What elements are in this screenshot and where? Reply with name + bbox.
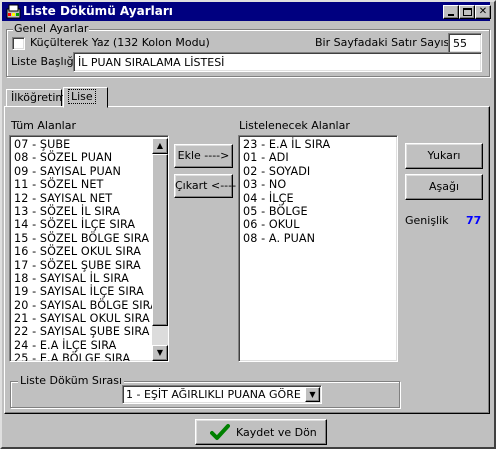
add-button-label: Ekle ---->: [177, 149, 230, 162]
compress-checkbox-label: Küçülterek Yaz (132 Kolon Modu): [30, 36, 210, 49]
close-button[interactable]: ✕: [475, 5, 491, 19]
title-bar[interactable]: Liste Dökümü Ayarları ✕: [2, 2, 491, 21]
save-and-return-label: Kaydet ve Dön: [236, 426, 317, 439]
listed-fields-items: 23 - E.A İL SIRA 01 - ADI 02 - SOYADI 03 - …: [241, 138, 395, 245]
list-item[interactable]: 14 - SÖZEL İLÇE SIRA: [12, 218, 152, 231]
list-item[interactable]: 06 - OKUL: [241, 218, 395, 231]
rows-per-page-value: 55: [453, 37, 467, 50]
sort-order-value: 1 - EŞİT AĞIRLIKLI PUANA GÖRE: [126, 388, 301, 401]
list-item[interactable]: 07 - ŞUBE: [12, 138, 152, 151]
list-item[interactable]: 22 - SAYISAL ŞUBE SIRA: [12, 325, 152, 338]
all-fields-scrollbar[interactable]: ▲ ▼: [152, 138, 168, 361]
list-item[interactable]: 17 - SÖZEL ŞUBE SIRA: [12, 259, 152, 272]
maximize-button[interactable]: [459, 5, 475, 19]
rows-per-page-input[interactable]: 55: [448, 33, 482, 53]
list-item[interactable]: 23 - E.A İL SIRA: [241, 138, 395, 151]
list-item[interactable]: 24 - E.A İLÇE SIRA: [12, 339, 152, 352]
minimize-icon: [448, 14, 454, 16]
list-item[interactable]: 13 - SÖZEL İL SIRA: [12, 205, 152, 218]
scroll-thumb[interactable]: [152, 154, 168, 326]
rows-per-page-label: Bir Sayfadaki Satır Sayısı :: [315, 36, 460, 49]
move-down-button[interactable]: Aşağı: [405, 174, 483, 200]
tab-lise-label: Lise: [68, 89, 96, 104]
tab-ilkogretim[interactable]: İlköğretim: [6, 89, 66, 106]
list-item[interactable]: 12 - SAYISAL NET: [12, 192, 152, 205]
all-fields-items: 07 - ŞUBE 08 - SÖZEL PUAN 09 - SAYISAL PUA…: [12, 138, 158, 361]
list-item[interactable]: 04 - İLÇE: [241, 192, 395, 205]
sort-order-label: Liste Döküm Sırası: [18, 374, 124, 387]
list-item[interactable]: 08 - A. PUAN: [241, 232, 395, 245]
list-item[interactable]: 21 - SAYISAL OKUL SIRA: [12, 312, 152, 325]
listed-fields-list[interactable]: 23 - E.A İL SIRA 01 - ADI 02 - SOYADI 03 - …: [238, 135, 398, 362]
general-settings-label: Genel Ayarlar: [13, 22, 90, 35]
all-fields-list[interactable]: 07 - ŞUBE 08 - SÖZEL PUAN 09 - SAYISAL PUA…: [9, 135, 169, 362]
width-value: 77: [466, 214, 482, 227]
list-item[interactable]: 20 - SAYISAL BÖLGE SIRA: [12, 299, 158, 312]
arrow-up-icon: ▲: [156, 141, 164, 150]
checkmark-icon: [210, 424, 230, 440]
list-title-input[interactable]: İL PUAN SIRALAMA LİSTESİ: [73, 52, 482, 72]
compress-checkbox[interactable]: [12, 37, 25, 50]
scroll-up-button[interactable]: ▲: [152, 138, 168, 154]
list-item[interactable]: 08 - SÖZEL PUAN: [12, 151, 152, 164]
list-item[interactable]: 16 - SÖZEL OKUL SIRA: [12, 245, 152, 258]
list-item[interactable]: 05 - BÖLGE: [241, 205, 395, 218]
width-label: Genişlik: [405, 214, 449, 227]
minimize-button[interactable]: [443, 5, 459, 19]
remove-button[interactable]: Çıkart <----: [174, 174, 237, 198]
close-icon: ✕: [478, 6, 488, 17]
move-down-label: Aşağı: [428, 180, 460, 193]
list-title-value: İL PUAN SIRALAMA LİSTESİ: [78, 56, 225, 69]
list-item[interactable]: 11 - SÖZEL NET: [12, 178, 152, 191]
list-item[interactable]: 09 - SAYISAL PUAN: [12, 165, 152, 178]
list-item[interactable]: 18 - SAYISAL İL SIRA: [12, 272, 152, 285]
list-item[interactable]: 15 - SÖZEL BÖLGE SIRA: [12, 232, 152, 245]
list-item[interactable]: 01 - ADI: [241, 151, 395, 164]
all-fields-label: Tüm Alanlar: [11, 119, 77, 132]
move-up-label: Yukarı: [427, 149, 461, 162]
tab-ilkogretim-label: İlköğretim: [11, 91, 67, 104]
scroll-down-button[interactable]: ▼: [152, 345, 168, 361]
arrow-down-icon: ▼: [156, 348, 164, 357]
tab-lise[interactable]: Lise: [63, 87, 108, 108]
list-item[interactable]: 19 - SAYISAL İLÇE SIRA: [12, 285, 152, 298]
add-button[interactable]: Ekle ---->: [174, 144, 233, 168]
listed-fields-label: Listelenecek Alanlar: [239, 119, 350, 132]
list-title-label: Liste Başlığı: [11, 55, 77, 68]
app-icon: [6, 4, 21, 19]
list-item[interactable]: 25 - E.A BÖLGE SIRA: [12, 352, 152, 361]
maximize-icon: [462, 8, 472, 16]
list-item[interactable]: 02 - SOYADI: [241, 165, 395, 178]
window-title: Liste Dökümü Ayarları: [23, 4, 173, 18]
remove-button-label: Çıkart <----: [175, 179, 237, 192]
move-up-button[interactable]: Yukarı: [405, 143, 483, 169]
save-and-return-button[interactable]: Kaydet ve Dön: [195, 419, 327, 445]
list-item[interactable]: 03 - NO: [241, 178, 395, 191]
chevron-down-icon: ▼: [309, 390, 316, 399]
sort-dropdown-button[interactable]: ▼: [305, 387, 320, 402]
sort-order-select[interactable]: 1 - EŞİT AĞIRLIKLI PUANA GÖRE ▼: [122, 385, 322, 404]
